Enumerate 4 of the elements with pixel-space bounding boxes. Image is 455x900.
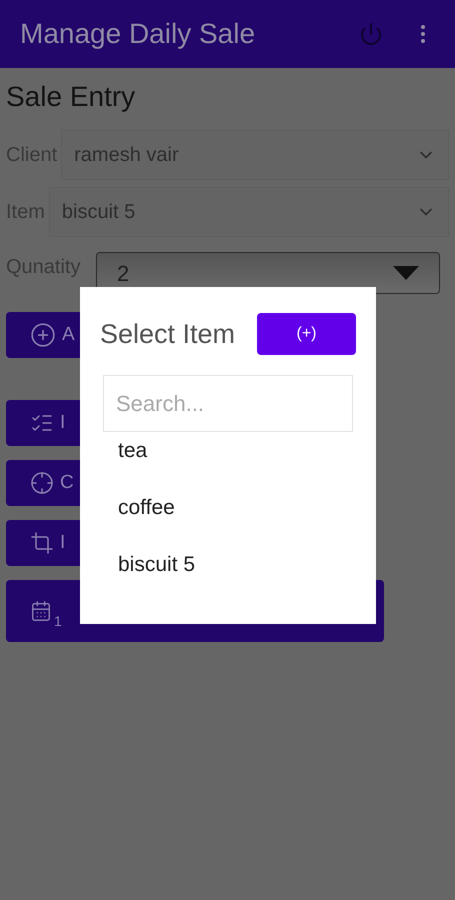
dialog-title: Select Item [100, 318, 236, 351]
badge-number: 1 [54, 612, 62, 630]
section-title: Sale Entry [6, 80, 136, 114]
app-title: Manage Daily Sale [20, 17, 256, 51]
